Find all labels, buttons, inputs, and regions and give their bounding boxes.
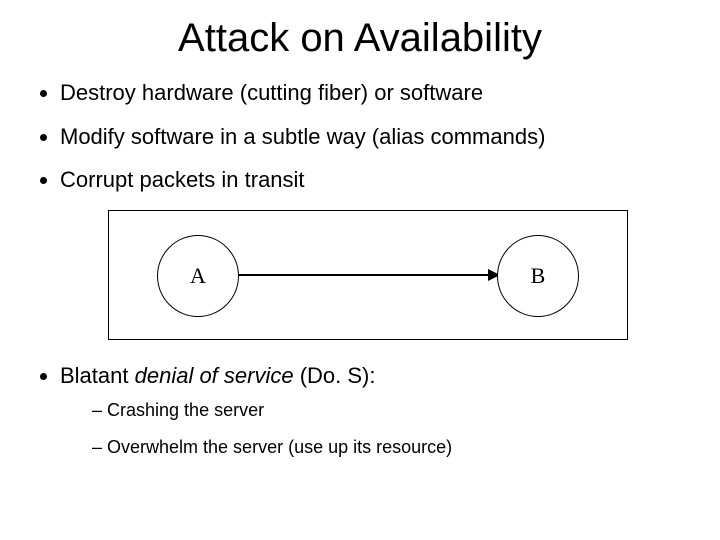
- slide: Attack on Availability Destroy hardware …: [0, 0, 720, 494]
- slide-title: Attack on Availability: [30, 16, 690, 61]
- node-a-label: A: [190, 263, 206, 289]
- arrow-icon: [239, 274, 499, 276]
- text: Blatant: [60, 363, 135, 388]
- node-a: A: [157, 235, 239, 317]
- bullet-item: Destroy hardware (cutting fiber) or soft…: [60, 79, 690, 107]
- sub-item: Overwhelm the server (use up its resourc…: [92, 436, 690, 459]
- bullet-list: Destroy hardware (cutting fiber) or soft…: [30, 79, 690, 194]
- bullet-item: Modify software in a subtle way (alias c…: [60, 123, 690, 151]
- diagram-box: A B: [108, 210, 628, 340]
- emphasis-text: denial of service: [135, 363, 294, 388]
- bullet-item: Corrupt packets in transit: [60, 166, 690, 194]
- sub-item: Crashing the server: [92, 399, 690, 422]
- node-b: B: [497, 235, 579, 317]
- bullet-item: Blatant denial of service (Do. S): Crash…: [60, 362, 690, 459]
- sub-list: Crashing the server Overwhelm the server…: [60, 399, 690, 458]
- bullet-list-2: Blatant denial of service (Do. S): Crash…: [30, 362, 690, 459]
- text: (Do. S):: [294, 363, 376, 388]
- node-b-label: B: [531, 263, 546, 289]
